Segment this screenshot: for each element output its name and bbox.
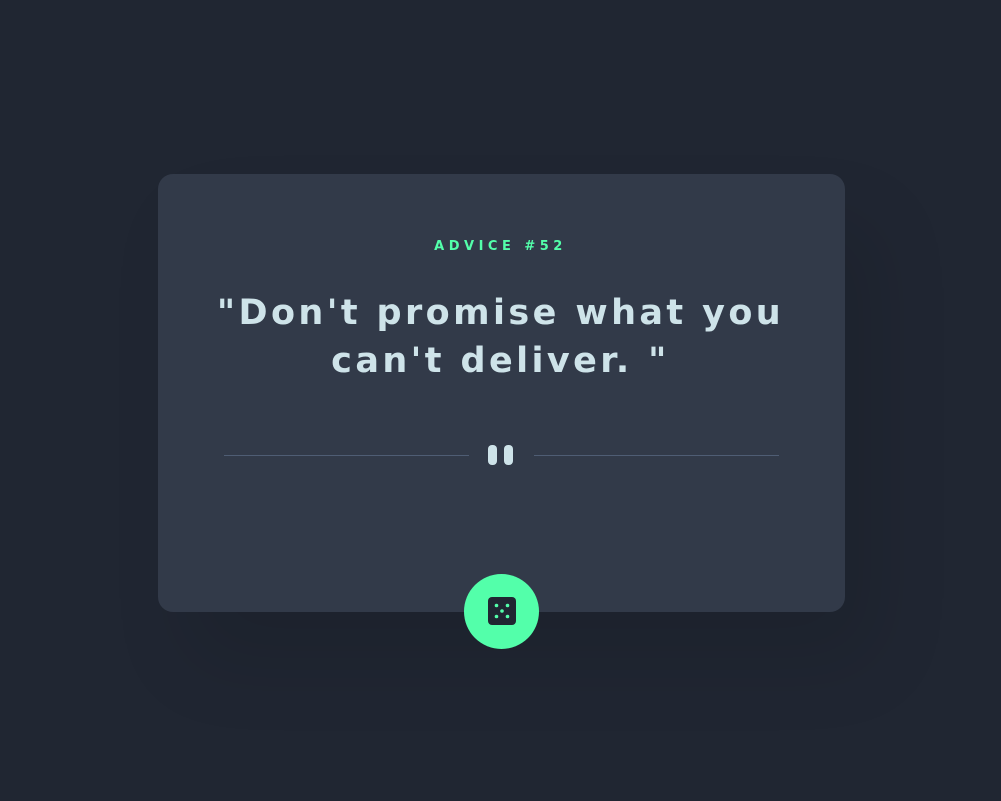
pause-icon — [488, 445, 516, 467]
new-advice-button[interactable] — [464, 574, 539, 649]
pause-bar-left — [488, 445, 497, 465]
divider-line-left — [224, 455, 469, 456]
advice-quote: "Don't promise what you can't deliver. " — [216, 293, 785, 381]
advice-number: ADVICE #52 — [434, 239, 567, 254]
divider — [224, 438, 779, 473]
pause-bar-right — [504, 445, 513, 465]
dice-icon — [488, 597, 516, 625]
divider-line-right — [534, 455, 779, 456]
